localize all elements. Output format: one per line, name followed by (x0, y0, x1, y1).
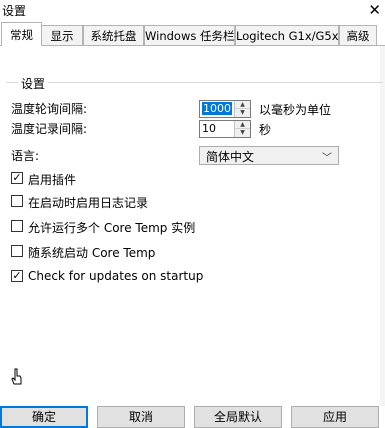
window-title: 设置 (2, 4, 27, 18)
log-interval-spinner[interactable]: 10 ▲ ▼ (199, 120, 251, 138)
language-label: 语言: (11, 149, 40, 163)
ok-button[interactable]: 确定 (0, 406, 88, 428)
close-icon[interactable]: ✕ (368, 0, 381, 20)
group-separator (6, 82, 383, 83)
poll-interval-label: 温度轮询间隔: (11, 102, 88, 116)
title-bar (0, 0, 385, 22)
poll-interval-spinner[interactable]: 1000 ▲ ▼ (199, 100, 251, 118)
tab-advanced[interactable]: 高级 (339, 25, 377, 45)
chevron-down-icon[interactable]: ▼ (235, 109, 250, 117)
tab-windows-taskbar[interactable]: Windows 任务栏 (144, 25, 235, 45)
apply-button[interactable]: 应用 (291, 406, 379, 428)
checkmark-icon[interactable]: ✓ (11, 172, 23, 184)
checkbox-label: 在启动时启用日志记录 (28, 196, 149, 210)
panel-edge (380, 46, 385, 406)
checkmark-icon[interactable]: ✓ (11, 270, 23, 282)
checkbox-box[interactable] (11, 245, 23, 257)
chevron-up-icon[interactable]: ▲ (235, 121, 250, 129)
spinner-buttons: ▲ ▼ (234, 101, 250, 117)
group-title: 设置 (18, 75, 49, 92)
poll-interval-value: 1000 (202, 102, 232, 115)
checkbox-box[interactable] (11, 195, 23, 207)
checkbox-label: Check for updates on startup (28, 269, 204, 283)
log-interval-unit: 秒 (259, 123, 272, 137)
tab-system-tray[interactable]: 系统托盘 (83, 25, 144, 45)
tab-general[interactable]: 常规 (1, 22, 42, 46)
tab-divider (0, 45, 385, 46)
language-value: 简体中文 (206, 150, 255, 164)
checkbox-label: 允许运行多个 Core Temp 实例 (28, 221, 196, 235)
spinner-buttons: ▲ ▼ (234, 121, 250, 137)
tab-display[interactable]: 显示 (41, 25, 83, 45)
hand-cursor-icon (11, 368, 22, 385)
log-interval-field[interactable]: 10 (200, 121, 234, 137)
chevron-down-icon[interactable]: ▼ (235, 129, 250, 137)
cancel-button[interactable]: 取消 (97, 406, 185, 428)
language-select[interactable]: 简体中文 ﹀ (199, 146, 339, 165)
tab-logitech[interactable]: Logitech G1x/G5xx (235, 25, 345, 45)
chevron-down-icon: ﹀ (322, 153, 332, 164)
checkbox-label: 启用插件 (28, 173, 77, 187)
poll-interval-field[interactable]: 1000 (200, 101, 234, 117)
poll-interval-unit: 以毫秒为单位 (259, 103, 332, 117)
global-default-button[interactable]: 全局默认 (194, 406, 282, 428)
chevron-up-icon[interactable]: ▲ (235, 101, 250, 109)
checkbox-label: 随系统启动 Core Temp (28, 246, 156, 260)
checkbox-box[interactable] (11, 220, 23, 232)
log-interval-label: 温度记录间隔: (11, 122, 88, 136)
